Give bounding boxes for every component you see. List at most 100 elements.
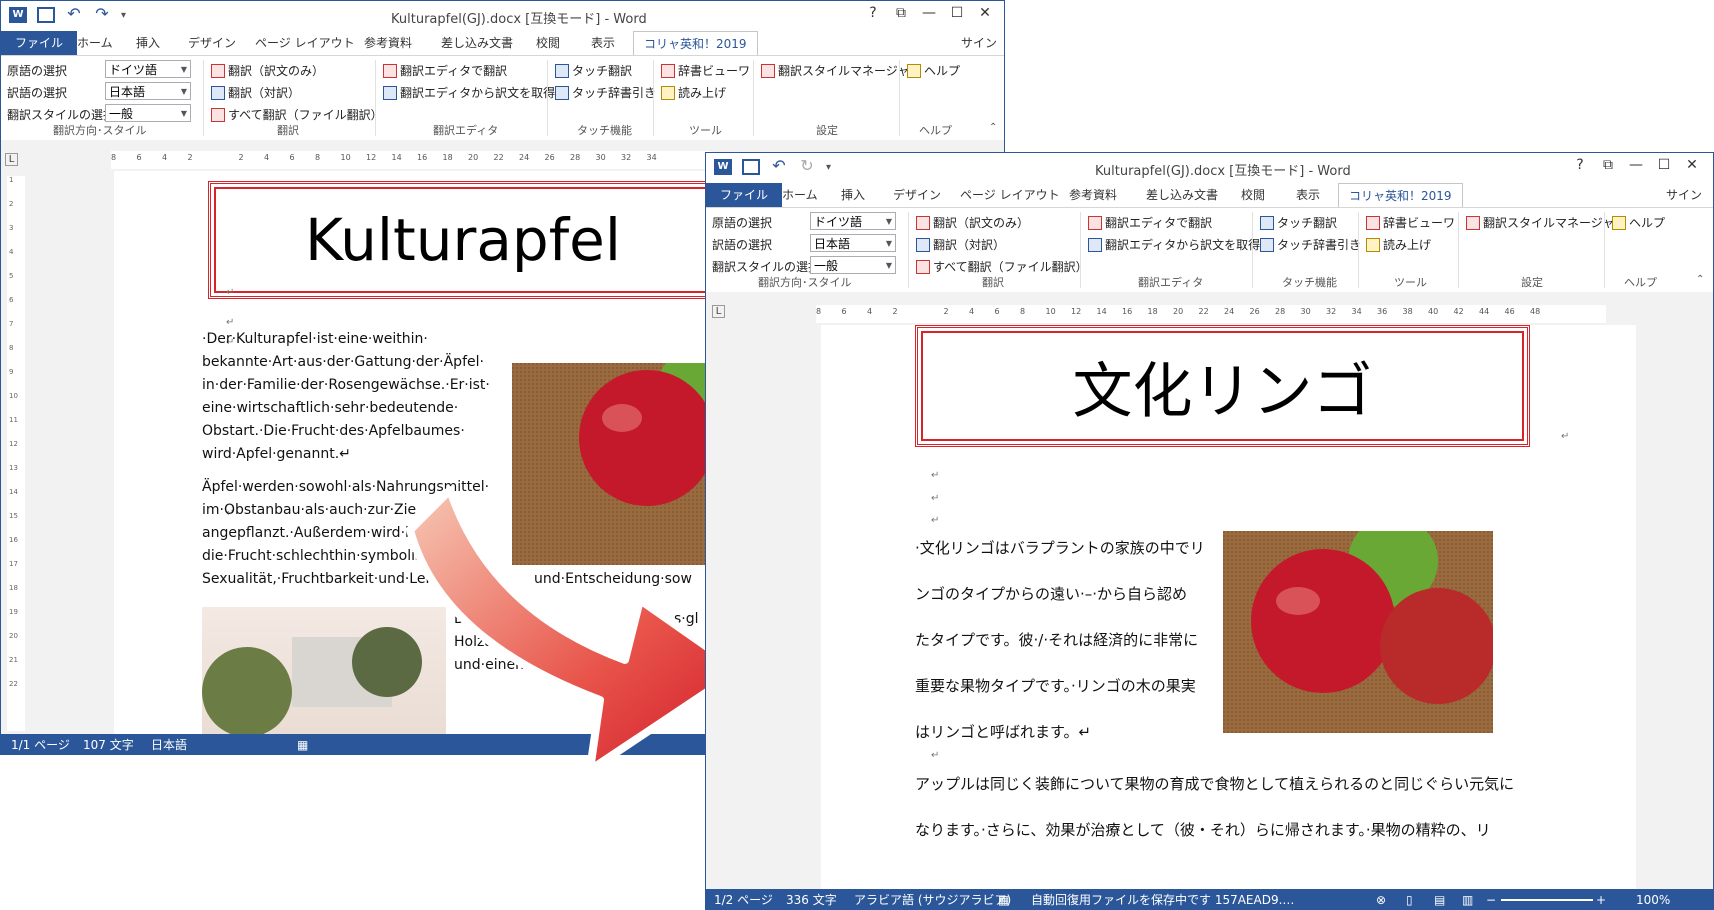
text-line: なります。·さらに、効果が治療として（彼・それ）らに帰されます。·果物の精粋の、… [915, 821, 1491, 839]
cancel-icon[interactable]: ⊗ [1376, 889, 1386, 909]
translate-pair-button[interactable]: 翻訳（対訳） [211, 84, 300, 101]
close-button[interactable]: ✕ [971, 5, 999, 21]
tab-insert[interactable]: 挿入 [841, 183, 865, 207]
redo-icon[interactable]: ↷ [93, 6, 111, 23]
tab-page-layout[interactable]: ページ レイアウト [960, 183, 1060, 207]
undo-icon[interactable]: ↶ [65, 6, 83, 23]
collapse-ribbon-icon[interactable]: ⌃ [989, 122, 997, 133]
tab-view[interactable]: 表示 [591, 31, 615, 55]
page-count[interactable]: 1/1 ページ [11, 734, 70, 754]
maximize-button[interactable]: ☐ [1650, 157, 1678, 173]
ruler-tick: 24 [1224, 307, 1235, 316]
dict-viewer-button[interactable]: 辞書ビューワ [661, 62, 750, 79]
save-icon[interactable] [742, 159, 760, 175]
title-bar: W ↶ ↷ ▾ Kulturapfel(GJ).docx [互換モード] - W… [1, 1, 1004, 31]
read-aloud-button[interactable]: 読み上げ [661, 84, 726, 101]
customize-qat-icon[interactable]: ▾ [121, 10, 126, 21]
zoom-out-icon[interactable]: − [1486, 889, 1496, 909]
maximize-button[interactable]: ☐ [943, 5, 971, 21]
tab-home[interactable]: ホーム [782, 183, 818, 207]
tab-mailings[interactable]: 差し込み文書 [441, 31, 513, 55]
paragraph-mark: ↵ [1561, 431, 1570, 442]
read-mode-icon[interactable]: ▯ [1406, 889, 1413, 909]
redo-icon[interactable]: ↻ [798, 158, 816, 175]
tab-file[interactable]: ファイル [706, 183, 783, 207]
tab-review[interactable]: 校閲 [536, 31, 560, 55]
ribbon-display-icon[interactable]: ⧉ [887, 5, 915, 21]
save-icon[interactable] [37, 7, 55, 23]
document-page[interactable]: 文化リンゴ ↵ ↵ ↵ ↵ ·文化リンゴはバラプラントの家族の中でリ ンゴのタイプ… [821, 325, 1636, 889]
translate-only-button[interactable]: 翻訳（訳文のみ） [916, 214, 1029, 231]
horizontal-ruler[interactable]: 8 6 4 2 2 4 6 8 10 12 14 16 18 20 22 24 26 28 30 32 34 36 38 40… [816, 305, 1606, 323]
tab-design[interactable]: デザイン [188, 31, 236, 55]
tab-page-layout[interactable]: ページ レイアウト [255, 31, 355, 55]
tab-design[interactable]: デザイン [893, 183, 941, 207]
tab-file[interactable]: ファイル [1, 31, 78, 55]
language-status[interactable]: 日本語 [151, 734, 187, 754]
editor-translate-button[interactable]: 翻訳エディタで翻訳 [1088, 214, 1212, 231]
vertical-ruler[interactable]: 1 2 3 4 5 6 7 8 9 10 11 12 13 14 15 16 17 18 19 20 21 22 [7, 176, 25, 731]
close-button[interactable]: ✕ [1678, 157, 1706, 173]
translate-pair-icon [916, 237, 930, 252]
source-language-select[interactable]: ドイツ語 ▼ [105, 60, 191, 78]
target-language-select[interactable]: 日本語 ▼ [810, 234, 896, 252]
editor-translate-button[interactable]: 翻訳エディタで翻訳 [383, 62, 507, 79]
translate-all-button[interactable]: すべて翻訳（ファイル翻訳） [211, 106, 383, 123]
help-button[interactable]: ヘルプ [907, 62, 960, 79]
horizontal-ruler[interactable]: 8 6 4 2 2 4 6 8 10 12 14 16 18 20 22 24 26 28 30 32 34 [111, 151, 711, 169]
text-line: ンゴのタイプからの遠い·–·から自ら認め [915, 585, 1188, 603]
ruler-tick: 38 [1402, 307, 1413, 316]
translate-only-button[interactable]: 翻訳（訳文のみ） [211, 62, 324, 79]
web-layout-icon[interactable]: ▥ [1462, 889, 1473, 909]
tab-selector-icon[interactable]: L [5, 153, 18, 166]
tab-references[interactable]: 参考資料 [364, 31, 412, 55]
help-button[interactable]: ヘルプ [1612, 214, 1665, 231]
style-manager-button[interactable]: 翻訳スタイルマネージャ [761, 62, 909, 79]
word-logo-icon[interactable]: W [714, 159, 732, 175]
translate-pair-button[interactable]: 翻訳（対訳） [916, 236, 1005, 253]
macro-record-icon[interactable]: ▦ [998, 889, 1009, 909]
dict-viewer-button[interactable]: 辞書ビューワ [1366, 214, 1455, 231]
collapse-ribbon-icon[interactable]: ⌃ [1696, 274, 1704, 285]
tab-mailings[interactable]: 差し込み文書 [1146, 183, 1218, 207]
read-aloud-button[interactable]: 読み上げ [1366, 236, 1431, 253]
language-status[interactable]: アラビア語 (サウジアラビア) [854, 889, 1011, 909]
word-logo-icon[interactable]: W [9, 7, 27, 23]
style-manager-button[interactable]: 翻訳スタイルマネージャ [1466, 214, 1614, 231]
touch-dict-button[interactable]: タッチ辞書引き [555, 84, 656, 101]
tab-korya-eiwa[interactable]: コリャ英和！2019 [1338, 183, 1463, 207]
word-count[interactable]: 336 文字 [786, 889, 837, 909]
tab-references[interactable]: 参考資料 [1069, 183, 1117, 207]
zoom-slider[interactable] [1501, 899, 1593, 901]
tab-selector-icon[interactable]: L [712, 305, 725, 318]
help-icon[interactable]: ? [1566, 157, 1594, 173]
customize-qat-icon[interactable]: ▾ [826, 162, 831, 173]
source-language-select[interactable]: ドイツ語 ▼ [810, 212, 896, 230]
undo-icon[interactable]: ↶ [770, 158, 788, 175]
word-count[interactable]: 107 文字 [83, 734, 134, 754]
tab-review[interactable]: 校閲 [1241, 183, 1265, 207]
editor-get-button[interactable]: 翻訳エディタから訳文を取得 [383, 84, 555, 101]
translation-style-select[interactable]: 一般 ▼ [105, 104, 191, 122]
tab-view[interactable]: 表示 [1296, 183, 1320, 207]
translate-all-button[interactable]: すべて翻訳（ファイル翻訳） [916, 258, 1088, 275]
minimize-button[interactable]: — [915, 5, 943, 21]
tab-korya-eiwa[interactable]: コリャ英和！2019 [633, 31, 758, 55]
zoom-in-icon[interactable]: + [1596, 889, 1606, 909]
help-icon[interactable]: ? [859, 5, 887, 21]
print-layout-icon[interactable]: ▤ [1434, 889, 1445, 909]
macro-record-icon[interactable]: ▦ [297, 734, 308, 754]
target-language-select[interactable]: 日本語 ▼ [105, 82, 191, 100]
zoom-level[interactable]: 100% [1636, 889, 1670, 909]
touch-translate-button[interactable]: タッチ翻訳 [1260, 214, 1337, 231]
touch-dict-button[interactable]: タッチ辞書引き [1260, 236, 1361, 253]
editor-get-button[interactable]: 翻訳エディタから訳文を取得 [1088, 236, 1260, 253]
source-language-label: 原語の選択 [712, 216, 773, 230]
page-count[interactable]: 1/2 ページ [714, 889, 773, 909]
tab-insert[interactable]: 挿入 [136, 31, 160, 55]
tab-home[interactable]: ホーム [77, 31, 113, 55]
ribbon-display-icon[interactable]: ⧉ [1594, 157, 1622, 173]
translation-style-select[interactable]: 一般 ▼ [810, 256, 896, 274]
touch-translate-button[interactable]: タッチ翻訳 [555, 62, 632, 79]
minimize-button[interactable]: — [1622, 157, 1650, 173]
